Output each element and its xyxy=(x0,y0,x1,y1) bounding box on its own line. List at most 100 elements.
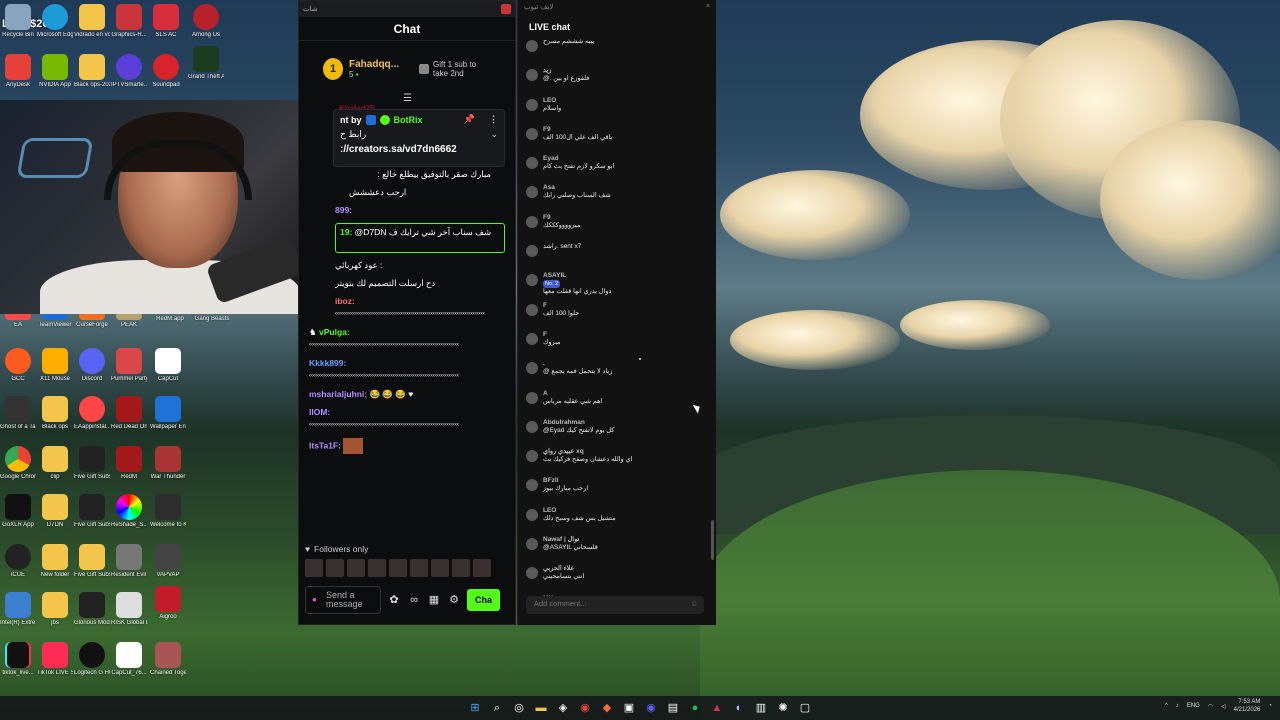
avatar[interactable] xyxy=(526,98,538,111)
app-icon[interactable]: Pummel Party xyxy=(111,348,147,383)
avatar[interactable] xyxy=(526,157,538,170)
gta-icon[interactable]: Grand Theft Auto V Le... xyxy=(188,46,224,81)
spotify-icon[interactable]: ● xyxy=(688,701,702,715)
app-icon[interactable]: ▲ xyxy=(710,701,724,715)
gear-icon[interactable]: ⚙ xyxy=(447,593,461,607)
emote-icon[interactable] xyxy=(305,559,323,577)
live-chat-username[interactable]: LEO xyxy=(543,97,561,105)
emote-icon[interactable] xyxy=(347,559,365,577)
emote-icon[interactable] xyxy=(389,559,407,577)
avatar[interactable] xyxy=(526,479,538,492)
avatar[interactable] xyxy=(526,567,538,580)
chevron-down-icon[interactable]: ⌄ xyxy=(490,129,498,140)
microphone-icon[interactable]: ● xyxy=(312,595,317,604)
folder-icon[interactable]: Black ops xyxy=(37,396,73,431)
app-icon[interactable]: ◈ xyxy=(556,701,570,715)
app-icon[interactable]: ▤ xyxy=(666,701,680,715)
capcut-icon[interactable]: CapCut xyxy=(150,348,186,383)
emote-icon[interactable] xyxy=(473,559,491,577)
notification-icon[interactable]: ◔ xyxy=(1268,703,1272,709)
scrollbar[interactable] xyxy=(711,520,714,560)
folder-icon[interactable]: clip xyxy=(37,446,73,481)
chevron-up-icon[interactable]: ^ xyxy=(1165,703,1168,709)
video-icon[interactable]: Five Gift Subs (1) xyxy=(74,446,110,481)
language-indicator[interactable]: ENG xyxy=(1187,703,1200,709)
app-icon[interactable]: Ghost of a Tale xyxy=(0,396,36,431)
more-icon[interactable]: ⋮ xyxy=(489,114,498,125)
edge-icon[interactable]: Microsoft Edge xyxy=(37,4,73,39)
live-chat-username[interactable]: A xyxy=(543,390,602,398)
username[interactable]: msharialjuhni: xyxy=(309,389,367,399)
app-icon[interactable]: War Thunder xyxy=(150,446,186,481)
avatar[interactable] xyxy=(526,420,538,433)
live-chat-username[interactable]: Nawaf | نوال xyxy=(543,536,598,544)
username[interactable]: iboz: xyxy=(335,296,355,306)
avatar[interactable] xyxy=(526,391,538,404)
ea-icon[interactable]: EAappinstal... xyxy=(74,396,110,431)
network-icon[interactable]: ♪ xyxy=(1176,703,1179,709)
chrome-icon[interactable]: ◉ xyxy=(578,701,592,715)
folder-icon[interactable]: D7DN xyxy=(37,494,73,529)
file-explorer-icon[interactable]: ▬ xyxy=(534,701,548,715)
username[interactable]: lIOM: xyxy=(309,407,330,417)
soundpad-icon[interactable]: Soundpad xyxy=(148,54,184,89)
app-icon[interactable]: Intel(R) Extre... xyxy=(0,592,36,627)
avatar[interactable] xyxy=(526,332,538,345)
folder-icon[interactable]: jbs xyxy=(37,592,73,627)
folder-icon[interactable]: Five Gift Subs-2025... xyxy=(74,544,110,579)
avatar[interactable] xyxy=(526,215,538,228)
top-gifter-info[interactable]: Fahadqq... 5 ▪ xyxy=(349,59,399,79)
pin-link[interactable]: ://creators.sa/vd7dn6662 xyxy=(340,144,498,155)
chrome-icon[interactable]: Google Chrome xyxy=(0,446,36,481)
live-chat-username[interactable]: F xyxy=(543,302,579,310)
live-chat-username[interactable]: ASAYIL xyxy=(543,272,611,280)
recycle-bin-icon[interactable]: Recycle Bin xyxy=(0,4,36,39)
live-chat-username[interactable]: F xyxy=(543,331,561,339)
folder-icon[interactable]: New folder xyxy=(37,544,73,579)
anydesk-icon[interactable]: AnyDesk xyxy=(0,54,36,89)
live-chat-username[interactable]: Abdulrahman xyxy=(543,419,614,427)
emoji-icon[interactable]: ☺ xyxy=(690,599,698,608)
clock[interactable]: 7:53 AM 4/21/2026 xyxy=(1234,698,1261,714)
nvidia-icon[interactable]: NVIDIA App xyxy=(37,54,73,89)
avatar[interactable] xyxy=(526,245,538,258)
app-icon[interactable]: RISK Global Domination xyxy=(111,592,147,627)
app-icon[interactable]: X11 Mouse xyxy=(37,348,73,383)
discord-icon[interactable]: Discord xyxy=(74,348,110,383)
avatar[interactable] xyxy=(526,538,538,551)
app-icon[interactable]: Glorious Model ... xyxy=(74,592,110,627)
chat-input[interactable]: ● Send a message xyxy=(305,586,381,614)
app-icon[interactable]: iCUE xyxy=(0,544,36,579)
pin-icon[interactable]: 📌 xyxy=(464,114,475,125)
app-icon[interactable]: ✺ xyxy=(776,701,790,715)
volume-icon[interactable]: ◁ xyxy=(1221,703,1226,710)
avatar[interactable] xyxy=(526,508,538,521)
app-icon[interactable]: Resident Evil Requiem xyxy=(111,544,147,579)
app-icon[interactable]: Welcome to Kowloon xyxy=(150,494,186,529)
task-view-icon[interactable]: ◎ xyxy=(512,701,526,715)
live-chat-username[interactable]: F9 xyxy=(543,214,580,222)
close-icon[interactable]: × xyxy=(706,3,710,13)
tiktok-icon[interactable]: tiktok_live... xyxy=(0,642,36,677)
store-icon[interactable]: ▦ xyxy=(427,593,441,607)
avatar[interactable] xyxy=(526,40,538,52)
emote-icon[interactable] xyxy=(368,559,386,577)
username[interactable]: Kkkk899: xyxy=(309,358,346,368)
app-icon[interactable]: VAPVAP xyxy=(150,544,186,579)
app-icon[interactable]: Chained Together xyxy=(150,642,186,677)
gift-sub-button[interactable]: Gift 1 sub to take 2nd xyxy=(419,60,489,78)
iptv-icon[interactable]: IPTVSmarte... xyxy=(111,54,147,89)
emote-icon[interactable] xyxy=(431,559,449,577)
avatar[interactable] xyxy=(526,274,538,287)
app-icon[interactable]: Aigroo xyxy=(150,586,186,621)
app-icon[interactable]: ▢ xyxy=(798,701,812,715)
folder-icon[interactable]: Vidrado en voce xyxy=(74,4,110,39)
close-icon[interactable] xyxy=(501,4,511,14)
app-icon[interactable]: RedM xyxy=(111,446,147,481)
live-chat-username[interactable]: LEO xyxy=(543,507,616,515)
app-icon[interactable]: ▥ xyxy=(754,701,768,715)
brave-icon[interactable]: ◆ xyxy=(600,701,614,715)
app-icon[interactable]: ▣ xyxy=(622,701,636,715)
logitech-icon[interactable]: Logitech G HUB xyxy=(74,642,110,677)
live-chat-username[interactable]: F9 xyxy=(543,126,612,134)
